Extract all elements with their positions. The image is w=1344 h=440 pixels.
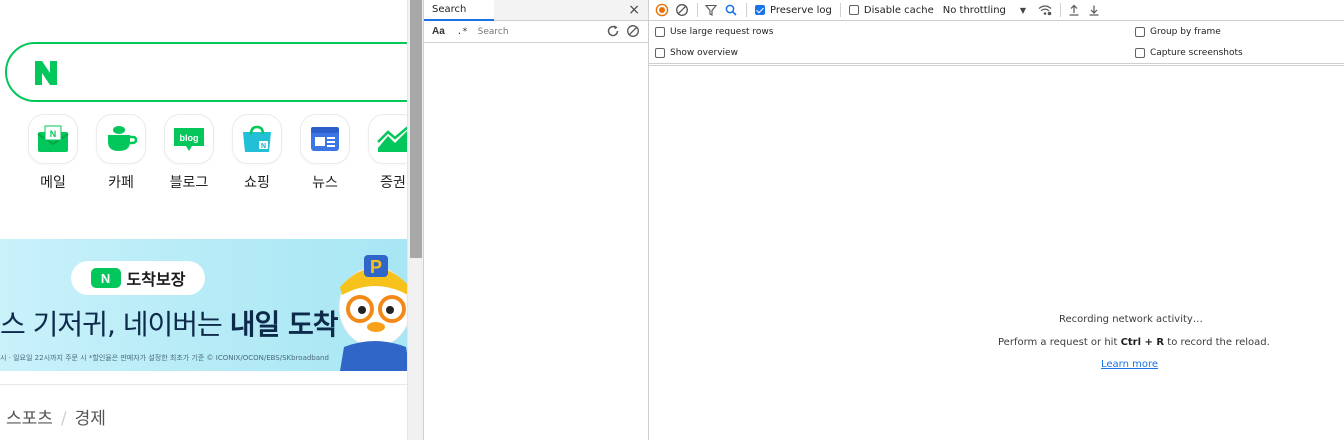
shortcut-shopping[interactable]: N 쇼핑	[232, 114, 300, 192]
search-tab-bar: Search ×	[424, 0, 648, 21]
toolbar-separator	[839, 3, 841, 17]
devtools-network-panel: Preserve log Disable cache No throttling…	[649, 0, 1344, 440]
blog-icon-text: blog	[180, 133, 199, 143]
capture-screenshots-label: Capture screenshots	[1150, 48, 1243, 58]
reload-hint: Perform a request or hit Ctrl + R to rec…	[998, 337, 1270, 348]
breadcrumb-separator: /	[60, 409, 67, 429]
reload-hint-suffix: to record the reload.	[1164, 337, 1270, 348]
banner-badge: N 도착보장	[71, 261, 205, 295]
breadcrumb: 스포츠 / 경제	[6, 404, 106, 429]
preserve-log-label: Preserve log	[770, 4, 832, 16]
record-icon[interactable]	[655, 3, 669, 17]
truck-n-icon: N	[90, 268, 121, 288]
preserve-log-check-box[interactable]	[755, 5, 765, 15]
devtools-search-panel: Search × Aa .*	[423, 0, 649, 440]
headline-bold: 내일 도착	[229, 308, 339, 341]
large-rows-label: Use large request rows	[670, 27, 774, 37]
network-conditions-icon[interactable]	[1038, 3, 1052, 17]
large-rows-checkbox[interactable]: Use large request rows	[655, 27, 773, 37]
match-case-toggle[interactable]: Aa	[432, 26, 445, 37]
naver-page: N 메일 카페 blog 블로그 N 쇼핑 뉴스 증권 N 도착보장 스 기저귀…	[0, 0, 407, 440]
naver-logo-icon[interactable]	[31, 58, 61, 88]
page-scrollbar[interactable]	[407, 0, 423, 440]
large-rows-check-box[interactable]	[655, 27, 665, 37]
shortcut-stock[interactable]: 증권	[368, 114, 407, 192]
breadcrumb-item[interactable]: 스포츠	[6, 409, 53, 429]
throttling-value: No throttling	[942, 4, 1006, 16]
close-icon[interactable]: ×	[628, 2, 640, 18]
shortcut-news[interactable]: 뉴스	[300, 114, 368, 192]
clear-log-icon[interactable]	[675, 3, 689, 17]
disable-cache-check-box[interactable]	[848, 5, 859, 15]
show-overview-checkbox[interactable]: Show overview	[655, 48, 738, 58]
search-toolbar: Aa .*	[424, 21, 648, 43]
shortcut-blog[interactable]: blog 블로그	[164, 114, 232, 192]
mail-icon: N	[28, 114, 78, 164]
breadcrumb-item[interactable]: 경제	[75, 409, 106, 429]
scrollbar-thumb[interactable]	[410, 0, 422, 258]
toolbar-separator	[746, 3, 747, 17]
section-divider	[0, 384, 407, 385]
network-empty-state: Recording network activity… Perform a re…	[649, 65, 1344, 440]
news-icon	[300, 114, 350, 164]
shortcut-label: 카페	[108, 175, 134, 191]
toolbar-separator	[1060, 3, 1062, 17]
shortcut-mail[interactable]: N 메일	[28, 114, 96, 192]
reload-hint-prefix: Perform a request or hit	[998, 337, 1121, 348]
shortcut-label: 뉴스	[312, 175, 338, 191]
capture-screenshots-checkbox[interactable]: Capture screenshots	[1135, 48, 1243, 58]
network-toolbar: Preserve log Disable cache No throttling…	[649, 0, 1344, 21]
banner-fine-print: 시 · 일요일 22시까지 주문 시 *할인율은 판매자가 설정한 최초가 기준…	[0, 354, 329, 362]
reload-shortcut: Ctrl + R	[1120, 337, 1165, 348]
shortcut-label: 증권	[380, 175, 406, 191]
network-settings-pane: Use large request rows Group by frame Sh…	[649, 21, 1344, 64]
refresh-icon[interactable]	[606, 24, 620, 38]
shortcut-label: 쇼핑	[244, 175, 270, 191]
search-input[interactable]	[475, 23, 604, 40]
search-icon[interactable]	[724, 3, 738, 17]
group-by-frame-label: Group by frame	[1150, 27, 1221, 37]
naver-search-box[interactable]	[5, 42, 407, 102]
export-har-icon[interactable]	[1087, 3, 1101, 17]
headline-regular: 스 기저귀, 네이버는	[0, 308, 230, 341]
pororo-mascot-icon: P	[338, 255, 407, 371]
svg-text:N: N	[50, 129, 57, 139]
banner-headline: 스 기저귀, 네이버는 내일 도착	[0, 303, 339, 343]
cafe-icon	[96, 114, 146, 164]
shortcut-label: 메일	[40, 175, 66, 191]
throttling-dropdown[interactable]: No throttling ▼	[943, 5, 1026, 16]
service-shortcuts: N 메일 카페 blog 블로그 N 쇼핑 뉴스 증권	[28, 114, 407, 192]
shortcut-cafe[interactable]: 카페	[96, 114, 164, 192]
regex-toggle[interactable]: .*	[457, 27, 468, 37]
shortcut-label: 블로그	[169, 175, 209, 191]
blog-icon: blog	[164, 114, 214, 164]
shopping-icon: N	[232, 114, 282, 164]
capture-screenshots-check-box[interactable]	[1135, 48, 1145, 58]
learn-more-link[interactable]: Learn more	[1101, 359, 1158, 370]
stock-icon	[368, 114, 407, 164]
tab-search[interactable]: Search	[424, 0, 494, 21]
disable-cache-label: Disable cache	[863, 4, 934, 16]
group-by-frame-checkbox[interactable]: Group by frame	[1135, 27, 1221, 37]
show-overview-label: Show overview	[670, 48, 738, 58]
preserve-log-checkbox[interactable]: Preserve log	[755, 5, 832, 16]
recording-message: Recording network activity…	[1059, 314, 1203, 325]
filter-icon[interactable]	[704, 3, 718, 17]
disable-cache-checkbox[interactable]: Disable cache	[848, 4, 934, 16]
svg-text:P: P	[370, 257, 382, 277]
banner-badge-text: 도착보장	[126, 270, 186, 289]
delivery-banner[interactable]: N 도착보장 스 기저귀, 네이버는 내일 도착 시 · 일요일 22시까지 주…	[0, 239, 407, 371]
clear-icon[interactable]	[626, 24, 640, 38]
import-har-icon[interactable]	[1067, 3, 1081, 17]
group-by-frame-check-box[interactable]	[1135, 27, 1145, 37]
svg-text:N: N	[261, 143, 266, 150]
show-overview-check-box[interactable]	[655, 48, 665, 58]
chevron-down-icon: ▼	[1019, 5, 1027, 15]
toolbar-separator	[697, 3, 698, 17]
